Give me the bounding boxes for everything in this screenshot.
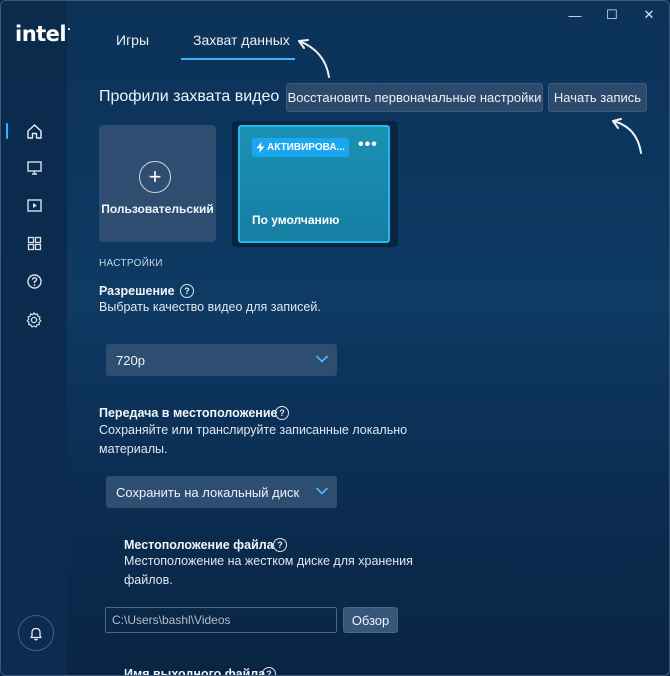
annotation-arrow-icon bbox=[298, 39, 330, 78]
file-location-label: Местоположение файла bbox=[124, 538, 274, 552]
chevron-down-icon bbox=[315, 355, 329, 363]
profile-card-default-frame: АКТИВИРОВА... ••• По умолчанию bbox=[232, 121, 398, 247]
intel-logo: intel. bbox=[15, 22, 71, 46]
plus-icon: + bbox=[139, 161, 171, 193]
sidebar: intel. bbox=[1, 1, 71, 675]
monitor-icon[interactable] bbox=[25, 158, 43, 176]
annotation-arrow-icon bbox=[612, 118, 642, 154]
minimize-button[interactable]: — bbox=[567, 7, 583, 23]
media-icon[interactable] bbox=[25, 196, 43, 214]
settings-heading: НАСТРОЙКИ bbox=[99, 258, 163, 269]
help-icon[interactable] bbox=[25, 272, 43, 290]
active-tab-underline bbox=[181, 58, 295, 60]
more-options-icon[interactable]: ••• bbox=[358, 136, 378, 154]
destination-description-line1: Сохраняйте или транслируйте записанные л… bbox=[99, 423, 408, 437]
start-recording-button[interactable]: Начать запись bbox=[548, 83, 647, 112]
destination-help-icon[interactable]: ? bbox=[275, 406, 289, 420]
profile-card-default[interactable]: АКТИВИРОВА... ••• По умолчанию bbox=[238, 125, 390, 243]
app-window: intel. — ☐ ✕ Игры Захват данных Профили … bbox=[0, 0, 670, 676]
active-indicator bbox=[6, 123, 8, 139]
file-location-description-line1: Местоположение на жестком диске для хран… bbox=[124, 554, 413, 568]
chevron-down-icon bbox=[315, 487, 329, 495]
destination-label: Передача в местоположение bbox=[99, 406, 278, 420]
resolution-label: Разрешение bbox=[99, 284, 175, 298]
file-path-input[interactable] bbox=[105, 607, 337, 633]
file-location-description-line2: файлов. bbox=[124, 573, 173, 587]
output-filename-label: Имя выходного файла bbox=[124, 667, 266, 676]
browse-button[interactable]: Обзор bbox=[343, 607, 398, 633]
maximize-button[interactable]: ☐ bbox=[604, 7, 620, 23]
destination-select[interactable]: Сохранить на локальный диск bbox=[106, 476, 337, 508]
resolution-select[interactable]: 720p bbox=[106, 344, 337, 376]
file-location-help-icon[interactable]: ? bbox=[273, 538, 287, 552]
tab-games[interactable]: Игры bbox=[116, 32, 149, 48]
tab-capture[interactable]: Захват данных bbox=[193, 32, 290, 48]
profile-card-custom[interactable]: + Пользовательский bbox=[99, 125, 216, 242]
destination-description-line2: материалы. bbox=[99, 442, 168, 456]
profile-card-label: По умолчанию bbox=[252, 213, 340, 227]
active-badge: АКТИВИРОВА... bbox=[252, 138, 349, 157]
bell-icon bbox=[30, 627, 42, 640]
close-button[interactable]: ✕ bbox=[641, 7, 657, 23]
home-icon[interactable] bbox=[25, 122, 43, 140]
profiles-title: Профили захвата видео bbox=[99, 88, 280, 105]
resolution-description: Выбрать качество видео для записей. bbox=[99, 300, 321, 314]
profile-card-label: Пользовательский bbox=[101, 202, 214, 216]
notifications-bell-button[interactable] bbox=[18, 615, 54, 651]
lightning-icon bbox=[256, 142, 265, 153]
reset-defaults-button[interactable]: Восстановить первоначальные настройки bbox=[286, 83, 543, 112]
apps-grid-icon[interactable] bbox=[25, 234, 43, 252]
settings-gear-icon[interactable] bbox=[25, 311, 43, 329]
output-filename-help-icon[interactable]: ? bbox=[262, 667, 276, 675]
resolution-help-icon[interactable]: ? bbox=[180, 284, 194, 298]
